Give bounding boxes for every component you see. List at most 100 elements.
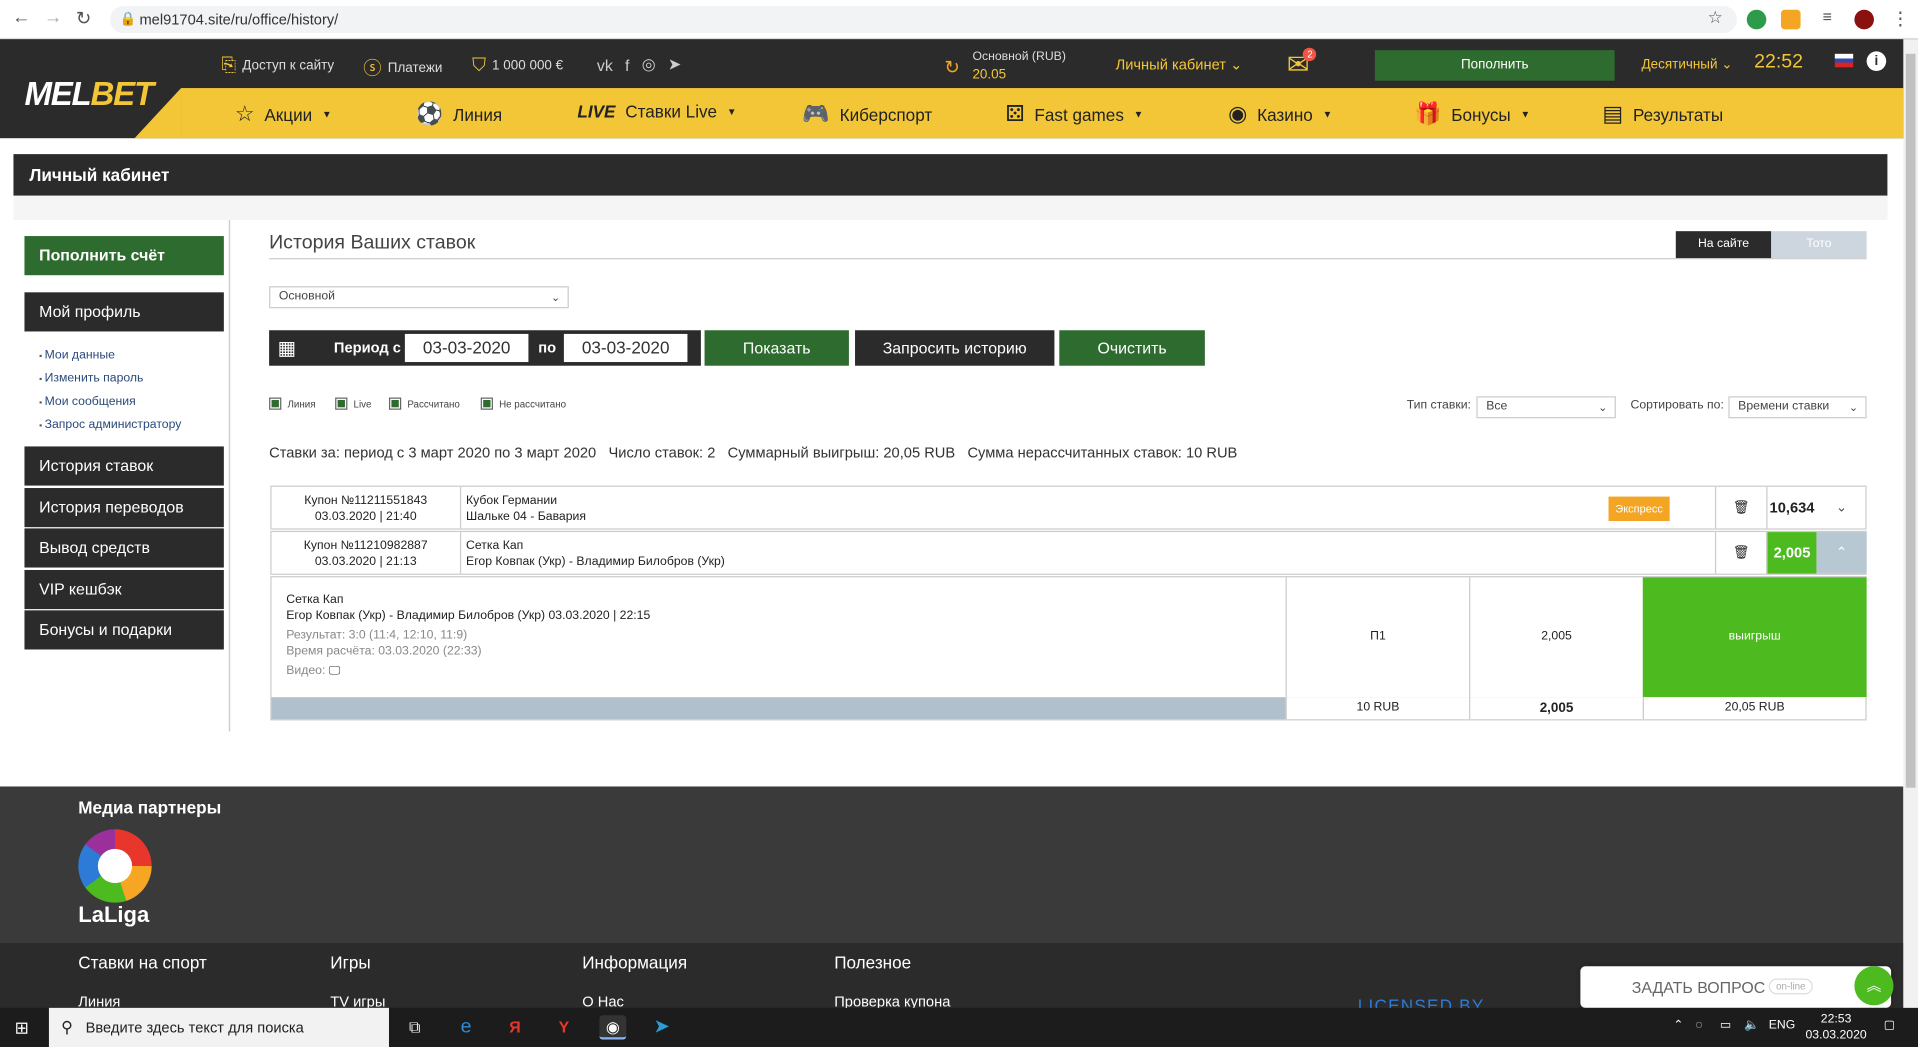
- windows-start-icon[interactable]: ⊞: [15, 1018, 29, 1039]
- info-icon[interactable]: i: [1866, 51, 1887, 71]
- filter-unsettled-checkbox[interactable]: Не рассчитано: [480, 397, 566, 410]
- collapse-chevron-icon[interactable]: ⌃: [1816, 532, 1867, 574]
- tray-monitor-icon[interactable]: ▭: [1720, 1019, 1732, 1032]
- bet-row[interactable]: Купон №11210982887 03.03.2020 | 21:13 Се…: [270, 530, 1867, 575]
- address-bar[interactable]: 🔒 mel91704.site/ru/office/history/: [110, 6, 1737, 34]
- facebook-icon[interactable]: f: [625, 56, 629, 74]
- sublink-change-password[interactable]: Изменить пароль: [39, 368, 181, 391]
- russia-flag-icon[interactable]: [1834, 53, 1854, 68]
- menu-item-bonuses[interactable]: 🎁 Бонусы ▼: [1414, 102, 1530, 128]
- mail-button[interactable]: ✉ 2: [1287, 47, 1317, 81]
- menu-item-promotions[interactable]: ☆ Акции ▼: [235, 102, 332, 128]
- refresh-balance-icon[interactable]: ↻: [944, 56, 959, 78]
- tab-toto[interactable]: Тото: [1771, 231, 1867, 259]
- sublink-admin-request[interactable]: Запрос администратору: [39, 415, 182, 438]
- menu-item-fastgames[interactable]: ⚄ Fast games ▼: [1005, 102, 1143, 128]
- forward-icon[interactable]: →: [44, 7, 62, 28]
- account-select[interactable]: Основной ⌄: [269, 286, 569, 309]
- request-history-button[interactable]: Запросить историю: [855, 330, 1055, 366]
- tray-volume-icon[interactable]: 🔈: [1744, 1019, 1759, 1032]
- period-from-label: Период с: [333, 338, 401, 356]
- cabinet-dropdown[interactable]: Личный кабинет ⌄: [1116, 56, 1243, 73]
- ask-question-widget[interactable]: ЗАДАТЬ ВОПРОС on-line ︽: [1580, 966, 1894, 1008]
- sidebar-item-transfer-history[interactable]: История переводов: [24, 488, 224, 528]
- filter-settled-checkbox[interactable]: Рассчитано: [388, 397, 460, 410]
- telegram-icon[interactable]: ➤: [668, 55, 681, 75]
- yandex-icon[interactable]: Я: [502, 1015, 529, 1039]
- detail-coef: 2,005: [1469, 577, 1643, 698]
- menu-item-results[interactable]: ▤ Результаты: [1602, 102, 1723, 128]
- tray-arrow-icon[interactable]: ⌃: [1673, 1019, 1683, 1032]
- page-title: История Ваших ставок: [269, 232, 476, 254]
- scrollbar[interactable]: [1903, 39, 1918, 1013]
- tray-network-icon[interactable]: ◌: [1695, 1019, 1702, 1032]
- footer-col-useful: Полезное: [834, 952, 912, 973]
- notifications-icon[interactable]: ▢: [1884, 1019, 1896, 1032]
- chevrons-up-icon[interactable]: ︽: [1854, 966, 1894, 1006]
- tray-clock[interactable]: 22:53 03.03.2020: [1805, 1012, 1866, 1044]
- period-bar: ▦ Период с 03-03-2020 по 03-03-2020: [269, 330, 701, 366]
- filter-live-checkbox[interactable]: Live: [335, 397, 371, 410]
- vk-icon[interactable]: vk: [597, 56, 613, 74]
- profile-avatar-icon[interactable]: [1854, 9, 1874, 30]
- tray-language[interactable]: ENG: [1769, 1019, 1796, 1032]
- sublink-my-data[interactable]: Мои данные: [39, 345, 181, 368]
- clear-button[interactable]: Очистить: [1059, 330, 1205, 366]
- browser-menu-icon[interactable]: ⋮: [1891, 7, 1909, 30]
- menu-label: Киберспорт: [839, 104, 933, 125]
- sidebar-item-bonuses[interactable]: Бонусы и подарки: [24, 610, 224, 650]
- scrollbar-thumb[interactable]: [1905, 53, 1916, 788]
- menu-item-live[interactable]: LIVE Ставки Live ▼: [577, 102, 736, 122]
- menu-item-line[interactable]: ⚽ Линия: [416, 102, 502, 128]
- media-partners-title: Медиа партнеры: [78, 797, 222, 818]
- taskbar-search[interactable]: ⚲ Введите здесь текст для поиска: [48, 1007, 389, 1047]
- caret-down-icon: ▼: [1322, 108, 1333, 120]
- sidebar-deposit-button[interactable]: Пополнить счёт: [24, 236, 224, 276]
- trash-icon[interactable]: 🗑: [1714, 486, 1766, 529]
- date-to-input[interactable]: 03-03-2020: [563, 333, 688, 363]
- telegram-taskbar-icon[interactable]: ➤: [648, 1015, 675, 1039]
- edge-icon[interactable]: e: [453, 1015, 480, 1039]
- match-name: Шальке 04 - Бавария: [466, 510, 586, 524]
- task-view-icon[interactable]: ⧉: [401, 1015, 428, 1039]
- back-icon[interactable]: ←: [12, 7, 30, 28]
- mail-count-badge: 2: [1303, 47, 1317, 62]
- logo-part1: MEL: [24, 75, 91, 113]
- date-from-input[interactable]: 03-03-2020: [404, 333, 529, 363]
- filter-line-checkbox[interactable]: Линия: [269, 397, 316, 410]
- sidebar-item-vip-cashback[interactable]: VIP кешбэк: [24, 569, 224, 610]
- chrome-icon[interactable]: ◉: [599, 1015, 627, 1040]
- extension-off-icon[interactable]: [1780, 9, 1801, 30]
- reading-list-icon[interactable]: ≡: [1823, 7, 1832, 25]
- menu-item-casino[interactable]: ◉ Казино ▼: [1228, 102, 1332, 128]
- trash-icon[interactable]: 🗑: [1714, 532, 1766, 574]
- title-divider: [269, 258, 1867, 260]
- balance-block[interactable]: Основной (RUB) 20.05: [972, 49, 1065, 83]
- instagram-icon[interactable]: ◎: [642, 55, 656, 75]
- menu-item-esports[interactable]: 🎮 Киберспорт: [802, 102, 932, 128]
- odds-format-dropdown[interactable]: Десятичный ⌄: [1642, 56, 1733, 72]
- caret-down-icon: ▼: [1133, 108, 1144, 120]
- payments-link[interactable]: ⓢ Платежи: [363, 55, 442, 81]
- show-button[interactable]: Показать: [704, 330, 849, 366]
- site-access-link[interactable]: ⎘ Доступ к сайту: [221, 55, 334, 76]
- bookmark-star-icon[interactable]: ☆: [1708, 7, 1723, 28]
- reload-icon[interactable]: ↻: [76, 7, 91, 30]
- sidebar-item-bet-history[interactable]: История ставок: [24, 446, 224, 486]
- bet-type-select[interactable]: Все ⌄: [1476, 396, 1616, 419]
- expand-chevron-icon[interactable]: ⌄: [1816, 487, 1866, 529]
- sublink-messages[interactable]: Мои сообщения: [39, 391, 181, 414]
- bet-row[interactable]: Купон №11211551843 03.03.2020 | 21:40 Ку…: [270, 485, 1867, 530]
- laliga-logo-icon[interactable]: [78, 829, 152, 903]
- header-deposit-button[interactable]: Пополнить: [1374, 50, 1615, 81]
- jackpot-link[interactable]: ⛉ 1 000 000 €: [472, 55, 563, 76]
- calendar-icon[interactable]: ▦: [278, 336, 297, 360]
- sort-select[interactable]: Времени ставки ⌄: [1728, 396, 1867, 419]
- extension-icon[interactable]: [1746, 9, 1767, 30]
- bet-type-label: Тип ставки:: [1406, 398, 1471, 413]
- tab-on-site[interactable]: На сайте: [1675, 231, 1772, 259]
- sidebar-item-profile[interactable]: Мой профиль: [24, 292, 224, 332]
- yandex-browser-icon[interactable]: Y: [550, 1015, 577, 1039]
- sidebar-item-withdraw[interactable]: Вывод средств: [24, 528, 224, 568]
- monitor-icon[interactable]: 🖵: [329, 664, 341, 677]
